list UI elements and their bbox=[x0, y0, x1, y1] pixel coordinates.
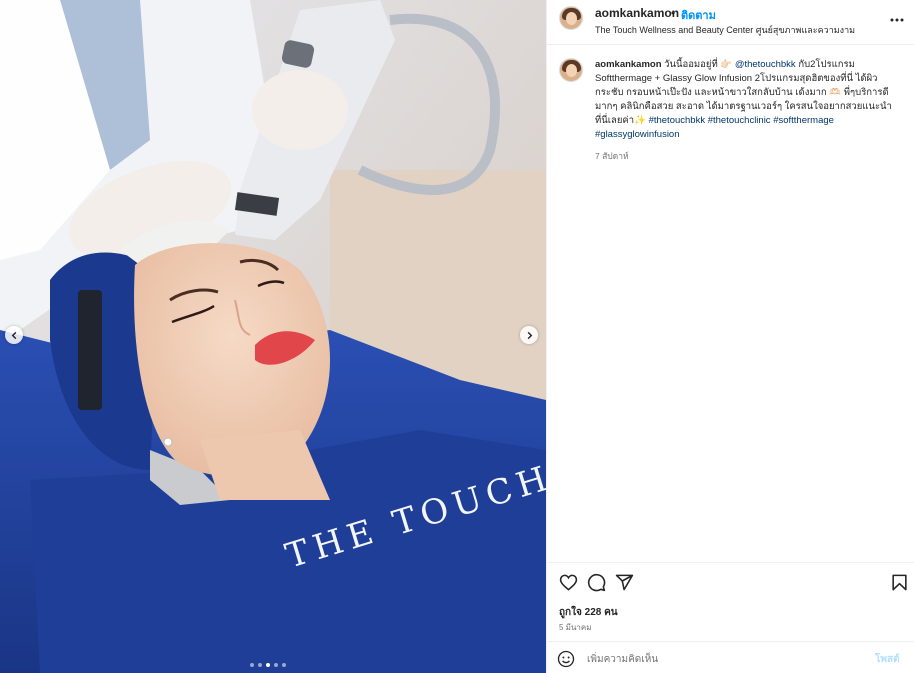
post-caption: aomkankamon วันนี้ออมอยู่ที่ 👉🏻 @thetouc… bbox=[595, 58, 897, 142]
slide-dot bbox=[250, 663, 254, 667]
post-photo bbox=[0, 0, 546, 673]
slide-dot bbox=[258, 663, 262, 667]
share-icon[interactable] bbox=[615, 573, 634, 592]
like-count[interactable]: ถูกใจ 228 คน bbox=[559, 605, 618, 620]
chevron-left-icon bbox=[11, 331, 16, 339]
caption-mention[interactable]: @thetouchbkk bbox=[735, 59, 796, 70]
chevron-right-icon bbox=[527, 331, 532, 339]
post-media[interactable]: THE TOUCH bbox=[0, 0, 546, 673]
follow-button[interactable]: ติดตาม bbox=[681, 6, 716, 24]
post-date[interactable]: 5 มีนาคม bbox=[559, 621, 592, 634]
slide-indicator bbox=[250, 663, 286, 667]
emoji-icon[interactable] bbox=[557, 650, 575, 668]
caption-timestamp: 7 สัปดาห์ bbox=[595, 151, 629, 161]
post-location[interactable]: The Touch Wellness and Beauty Center ศูน… bbox=[595, 23, 855, 37]
post-dialog: THE TOUCH aomkankamon • ติดตาม The Touch… bbox=[0, 0, 914, 673]
next-slide-button[interactable] bbox=[520, 326, 538, 344]
comments-area: aomkankamon วันนี้ออมอยู่ที่ 👉🏻 @thetouc… bbox=[547, 46, 914, 562]
comment-icon[interactable] bbox=[587, 573, 606, 592]
avatar[interactable] bbox=[559, 6, 583, 30]
caption-username[interactable]: aomkankamon bbox=[595, 59, 662, 70]
add-comment-bar: โพสต์ bbox=[547, 641, 914, 673]
header-separator: • bbox=[671, 6, 676, 20]
post-header: aomkankamon • ติดตาม The Touch Wellness … bbox=[547, 0, 914, 45]
slide-dot bbox=[266, 663, 270, 667]
slide-dot bbox=[274, 663, 278, 667]
post-actions: ถูกใจ 228 คน 5 มีนาคม bbox=[547, 562, 914, 640]
previous-slide-button[interactable] bbox=[5, 326, 23, 344]
post-details-panel: aomkankamon • ติดตาม The Touch Wellness … bbox=[546, 0, 914, 673]
post-comment-button[interactable]: โพสต์ bbox=[875, 652, 900, 667]
slide-dot bbox=[282, 663, 286, 667]
caption-avatar[interactable] bbox=[559, 58, 583, 82]
bookmark-icon[interactable] bbox=[890, 573, 909, 592]
heart-icon[interactable] bbox=[559, 573, 578, 592]
post-author-username[interactable]: aomkankamon bbox=[595, 6, 679, 20]
caption-text-part1: วันนี้ออมอยู่ที่ 👉🏻 bbox=[664, 59, 735, 70]
comment-input[interactable] bbox=[587, 650, 867, 668]
more-horizontal-icon[interactable] bbox=[889, 12, 905, 28]
